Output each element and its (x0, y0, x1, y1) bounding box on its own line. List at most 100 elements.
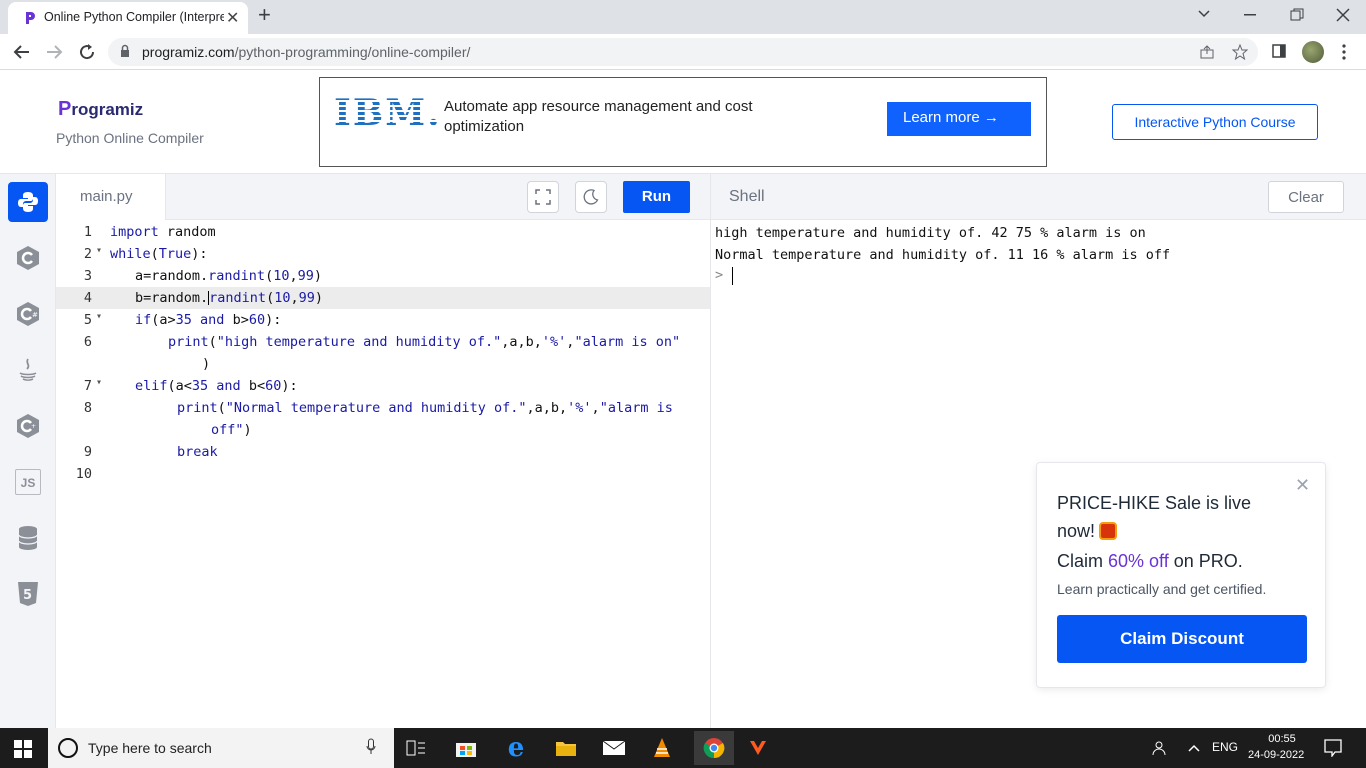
task-view-button[interactable] (402, 734, 430, 762)
sql-database-icon (18, 526, 38, 550)
page-header: Programiz Python Online Compiler IBM. Au… (0, 70, 1366, 174)
claim-discount-button[interactable]: Claim Discount (1057, 615, 1307, 663)
url-path: /python-programming/online-compiler/ (234, 44, 471, 60)
back-icon[interactable] (12, 44, 30, 60)
programiz-favicon-icon (26, 12, 35, 24)
code-line-wrap: off") (211, 422, 252, 438)
address-bar[interactable]: programiz.com/python-programming/online-… (108, 38, 1258, 66)
vlc-icon (654, 738, 670, 757)
ad-banner[interactable]: IBM. Automate app resource management an… (319, 77, 1047, 167)
ad-learn-more-button[interactable]: Learn more → (887, 102, 1031, 136)
fold-toggle-icon[interactable]: ▾ (96, 311, 102, 322)
dark-mode-button[interactable] (575, 181, 607, 213)
ibm-logo: IBM. (334, 92, 442, 134)
tab-search-icon[interactable] (1198, 10, 1210, 18)
edge-browser-button[interactable]: e (502, 733, 530, 763)
profile-avatar[interactable] (1302, 41, 1324, 63)
tray-chevron-up-icon[interactable] (1188, 744, 1200, 752)
fold-toggle-icon[interactable]: ▾ (96, 377, 102, 388)
rail-javascript-button[interactable]: JS (8, 462, 48, 502)
svg-text:+: + (31, 423, 36, 430)
line-number: 9 (83, 444, 92, 460)
moon-icon (583, 189, 599, 205)
shell-output-line: high temperature and humidity of. 42 75 … (715, 225, 1146, 241)
rail-html-button[interactable]: 5 (8, 574, 48, 614)
python-icon (18, 192, 38, 212)
shell-cursor (732, 267, 733, 285)
promo-subtext: Learn practically and get certified. (1057, 581, 1267, 597)
code-editor[interactable]: 1 import random 2 ▾ while(True): 3 a=ran… (56, 221, 710, 728)
vlc-button[interactable] (648, 734, 676, 762)
promo-popup: ✕ PRICE-HIKE Sale is live now! Claim 60%… (1036, 462, 1326, 688)
rail-sql-button[interactable] (8, 518, 48, 558)
tab-close-icon[interactable]: ✕ (226, 8, 239, 28)
editor-toolbar: main.py Run (56, 174, 710, 220)
file-tab-main-py[interactable]: main.py (56, 174, 166, 220)
code-line: 9 break (56, 441, 710, 463)
side-panel-icon[interactable] (1272, 44, 1286, 58)
shell-output-line: Normal temperature and humidity of. 11 1… (715, 247, 1171, 263)
c-icon (17, 246, 39, 270)
run-button[interactable]: Run (623, 181, 690, 213)
reload-icon[interactable] (78, 43, 96, 61)
code-line: 10 (56, 463, 710, 485)
ms-store-icon (456, 743, 476, 757)
restore-icon[interactable] (1290, 8, 1304, 22)
app-button[interactable] (744, 734, 772, 762)
window-close-icon[interactable] (1336, 8, 1350, 22)
line-number: 3 (83, 268, 92, 284)
browser-tab[interactable]: Online Python Compiler (Interpre ✕ (8, 2, 248, 34)
programiz-logo[interactable]: Programiz (58, 98, 143, 121)
browser-tabstrip: Online Python Compiler (Interpre ✕ + (0, 0, 1366, 34)
chrome-button[interactable] (694, 731, 734, 765)
rail-c-button[interactable] (8, 238, 48, 278)
browser-toolbar: programiz.com/python-programming/online-… (0, 34, 1366, 70)
mail-icon (602, 740, 626, 755)
forward-icon[interactable] (46, 44, 64, 60)
bookmark-star-icon[interactable] (1232, 44, 1248, 60)
rail-python-button[interactable] (8, 182, 48, 222)
rail-java-button[interactable] (8, 350, 48, 390)
fold-toggle-icon[interactable]: ▾ (96, 245, 102, 256)
fullscreen-button[interactable] (527, 181, 559, 213)
clock-time[interactable]: 00:55 (1262, 733, 1302, 745)
shell-prompt: > (715, 267, 724, 283)
shell-title: Shell (729, 188, 765, 205)
people-icon[interactable] (1152, 740, 1168, 756)
ad-text: Automate app resource management and cos… (444, 98, 753, 135)
interactive-course-button[interactable]: Interactive Python Course (1112, 104, 1318, 140)
search-icon (58, 738, 78, 758)
folder-icon (556, 742, 576, 756)
mail-button[interactable] (600, 734, 628, 762)
fullscreen-icon (535, 189, 551, 205)
language-indicator[interactable]: ENG (1212, 740, 1238, 754)
share-icon[interactable] (1200, 45, 1214, 59)
menu-kebab-icon[interactable] (1342, 44, 1346, 60)
taskbar-search-box[interactable]: Type here to search (48, 728, 394, 768)
javascript-icon: JS (15, 469, 41, 495)
minimize-icon[interactable] (1244, 14, 1256, 16)
tab-title: Online Python Compiler (Interpre (44, 10, 224, 24)
line-number: 6 (83, 334, 92, 350)
rail-csharp-button[interactable]: # (8, 294, 48, 334)
clear-button[interactable]: Clear (1268, 181, 1344, 213)
windows-start-icon[interactable] (14, 740, 32, 758)
clock-date[interactable]: 24-09-2022 (1248, 749, 1304, 761)
windows-taskbar: Type here to search e ENG 00:55 24-09-20… (0, 728, 1366, 768)
ms-store-button[interactable] (452, 734, 480, 762)
notification-icon[interactable] (1324, 739, 1342, 757)
microphone-icon[interactable] (366, 738, 376, 756)
rail-cpp-button[interactable]: + (8, 406, 48, 446)
html5-icon: 5 (18, 582, 38, 606)
file-explorer-button[interactable] (552, 734, 580, 762)
edge-icon: e (507, 733, 525, 763)
line-number: 7 (83, 378, 92, 394)
task-view-icon (406, 740, 425, 756)
promo-close-icon[interactable]: ✕ (1295, 475, 1310, 496)
code-line: 7 ▾ elif(a<35 and b<60): (56, 375, 710, 397)
chrome-icon (703, 738, 725, 759)
code-line: 6 print("high temperature and humidity o… (56, 331, 710, 353)
new-tab-button[interactable]: + (258, 2, 271, 28)
code-line: 3 a=random.randint(10,99) (56, 265, 710, 287)
line-number: 5 (83, 312, 92, 328)
